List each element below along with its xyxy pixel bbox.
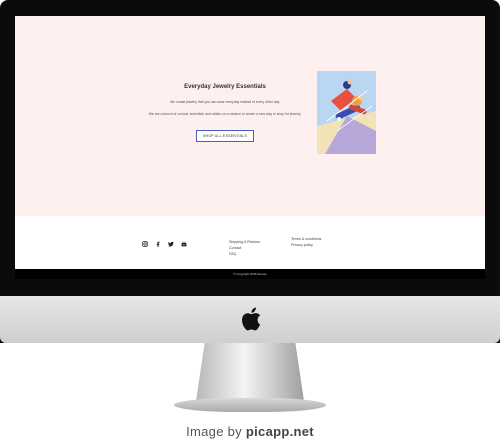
hero-paragraph-1: We create jewelry that you can wear ever… <box>170 100 280 104</box>
hero-text-block: Everyday Jewelry Essentials We create je… <box>135 84 315 142</box>
hero-paragraph-2: We are a bunch of curious 'scientists' a… <box>148 112 302 116</box>
monitor-stand-base <box>174 398 326 412</box>
site-footer: Shipping & Returns Contact FAQ Terms & c… <box>15 216 485 269</box>
twitter-icon[interactable] <box>167 240 174 247</box>
facebook-icon[interactable] <box>154 240 161 247</box>
youtube-icon[interactable] <box>180 240 187 247</box>
monitor-stand-neck <box>196 343 304 401</box>
shop-all-essentials-button[interactable]: SHOP ALL ESSENTIALS <box>195 130 255 142</box>
copyright-bar: © Copyright 2018 Stones <box>15 269 485 279</box>
browser-screen: Everyday Jewelry Essentials We create je… <box>15 16 485 279</box>
footer-links-col-2: Terms & conditions Privacy policy <box>291 236 321 248</box>
hero-title: Everyday Jewelry Essentials <box>184 84 266 90</box>
monitor-frame: Everyday Jewelry Essentials We create je… <box>0 0 500 343</box>
social-links <box>141 240 187 247</box>
watermark-site: picapp.net <box>245 424 314 439</box>
footer-link-privacy[interactable]: Privacy policy <box>291 242 321 248</box>
instagram-icon[interactable] <box>141 240 148 247</box>
copyright-text: © Copyright 2018 Stones <box>233 272 267 276</box>
hero-illustration <box>317 71 376 154</box>
footer-link-faq[interactable]: FAQ <box>229 251 260 257</box>
watermark-prefix: Image by <box>186 424 242 439</box>
watermark: Image by picapp.net <box>0 424 500 439</box>
apple-logo-icon <box>242 307 261 331</box>
hero-section: Everyday Jewelry Essentials We create je… <box>15 16 485 216</box>
footer-links-col-1: Shipping & Returns Contact FAQ <box>229 239 260 257</box>
